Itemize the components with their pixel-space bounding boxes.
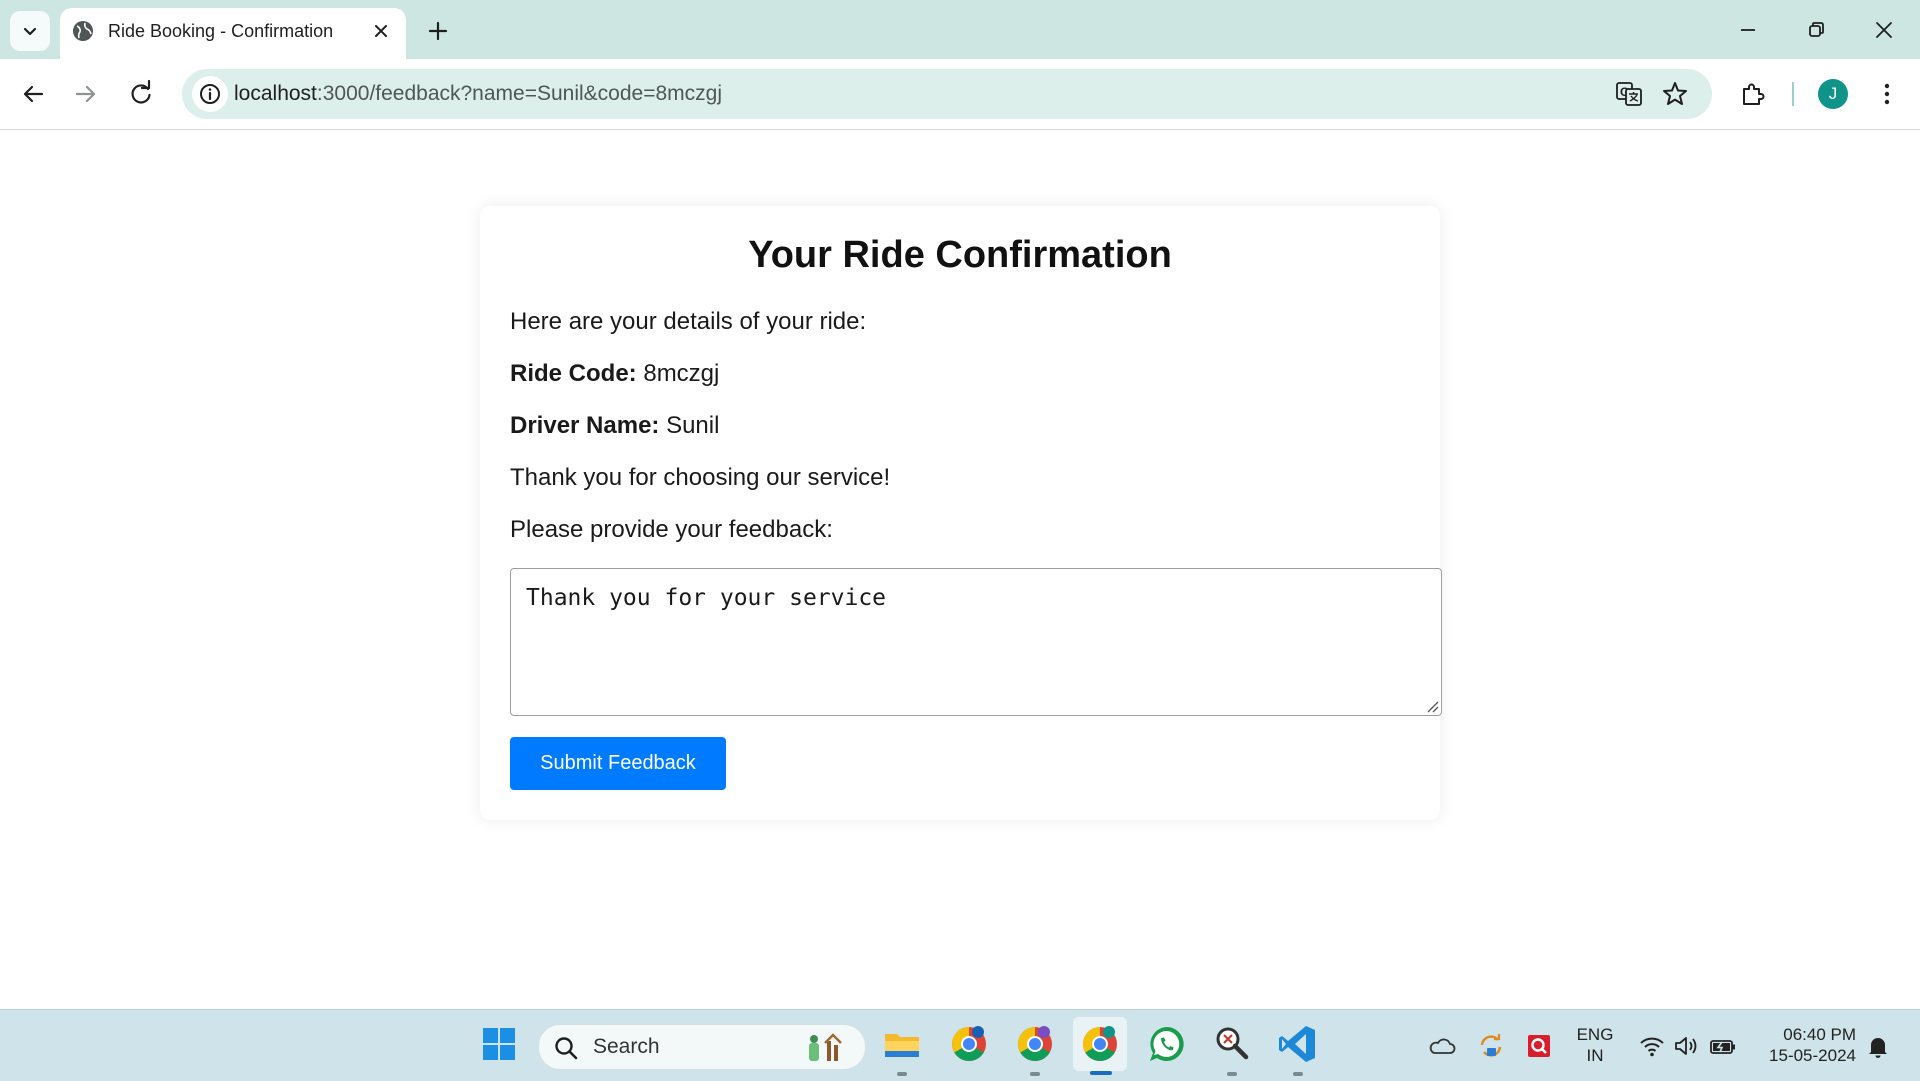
close-tab-icon[interactable] — [369, 19, 393, 43]
profile-avatar[interactable]: J — [1818, 79, 1848, 109]
driver-name-value: Sunil — [666, 412, 720, 439]
url-text[interactable]: localhost:3000/feedback?name=Sunil&code=… — [234, 82, 722, 106]
minimize-icon[interactable] — [1733, 15, 1763, 45]
region-code: IN — [1586, 1046, 1604, 1065]
clock-date: 15-05-2024 — [1769, 1046, 1856, 1065]
search-icon — [555, 1037, 578, 1060]
chrome-icon — [1083, 1026, 1117, 1061]
close-window-icon[interactable] — [1869, 15, 1899, 45]
tab-search-button[interactable] — [10, 11, 50, 51]
taskbar-magnifier[interactable] — [1210, 1022, 1254, 1076]
wifi-icon[interactable] — [1638, 1032, 1666, 1060]
taskbar-search[interactable]: Search — [538, 1024, 866, 1070]
taskbar-file-explorer[interactable] — [880, 1022, 924, 1076]
system-clock[interactable]: 06:40 PM 15-05-2024 — [1752, 1024, 1856, 1066]
taskbar-whatsapp[interactable] — [1145, 1022, 1189, 1066]
address-bar[interactable]: localhost:3000/feedback?name=Sunil&code=… — [182, 69, 1712, 119]
start-button[interactable] — [477, 1022, 521, 1066]
taskbar-chrome-2[interactable] — [1013, 1022, 1057, 1076]
whatsapp-icon — [1150, 1027, 1184, 1061]
battery-icon[interactable] — [1709, 1032, 1737, 1060]
feedback-textarea[interactable]: Thank you for your service — [510, 568, 1442, 716]
url-host: localhost — [234, 82, 317, 105]
taskbar-chrome-3[interactable] — [1073, 1017, 1127, 1075]
clock-time: 06:40 PM — [1783, 1025, 1856, 1044]
restore-icon[interactable] — [1801, 15, 1831, 45]
globe-icon — [73, 21, 93, 41]
feedback-prompt: Please provide your feedback: — [510, 516, 833, 543]
forward-arrow-icon[interactable] — [71, 79, 101, 109]
chevron-down-icon — [23, 27, 37, 36]
page-title: Your Ride Confirmation — [748, 234, 1172, 276]
windows-start-icon — [483, 1028, 515, 1060]
bookmark-star-icon[interactable] — [1660, 79, 1690, 109]
submit-feedback-button[interactable]: Submit Feedback — [510, 737, 726, 790]
more-menu-icon[interactable] — [1872, 79, 1902, 109]
chrome-icon — [952, 1026, 986, 1061]
driver-name-row: Driver Name: Sunil — [510, 412, 719, 440]
taskbar: Search ENG IN 06:40 PM 15-05-2024 — [0, 1009, 1920, 1081]
language-code: ENG — [1576, 1025, 1614, 1044]
driver-name-label: Driver Name: — [510, 412, 660, 439]
ride-code-value: 8mczgj — [643, 360, 720, 387]
ride-code-row: Ride Code: 8mczgj — [510, 360, 719, 388]
thanks-text: Thank you for choosing our service! — [510, 464, 891, 491]
search-label: Search — [593, 1035, 660, 1058]
info-icon — [200, 84, 220, 104]
active-indicator — [1090, 1071, 1112, 1075]
site-info-button[interactable] — [192, 76, 228, 112]
resize-grip-icon[interactable] — [1425, 699, 1439, 713]
running-indicator — [897, 1072, 907, 1076]
browser-toolbar: localhost:3000/feedback?name=Sunil&code=… — [0, 59, 1920, 130]
taskbar-vscode[interactable] — [1276, 1022, 1320, 1076]
onedrive-icon[interactable] — [1428, 1032, 1456, 1060]
notification-bell-icon[interactable] — [1864, 1032, 1892, 1060]
security-app-icon[interactable] — [1525, 1032, 1553, 1060]
ride-code-label: Ride Code: — [510, 360, 637, 387]
running-indicator — [1227, 1072, 1237, 1076]
sync-icon[interactable] — [1477, 1032, 1505, 1060]
volume-icon[interactable] — [1672, 1032, 1700, 1060]
back-arrow-icon[interactable] — [18, 79, 48, 109]
confirmation-card: Your Ride Confirmation Here are your det… — [480, 206, 1442, 820]
extensions-icon[interactable] — [1738, 79, 1768, 109]
translate-icon[interactable]: G — [1614, 79, 1644, 109]
url-path: :3000/feedback?name=Sunil&code=8mczgj — [316, 82, 723, 105]
intro-text: Here are your details of your ride: — [510, 308, 867, 335]
taskbar-chrome-1[interactable] — [947, 1022, 991, 1066]
folder-icon — [885, 1034, 919, 1057]
active-tab[interactable]: Ride Booking - Confirmation — [60, 8, 406, 59]
tab-strip: Ride Booking - Confirmation — [0, 0, 1920, 59]
running-indicator — [1030, 1072, 1040, 1076]
language-indicator[interactable]: ENG IN — [1575, 1024, 1615, 1066]
feedback-text: Thank you for your service — [526, 585, 887, 611]
search-highlight-icon — [809, 1033, 842, 1061]
reload-icon[interactable] — [126, 79, 156, 109]
tab-title: Ride Booking - Confirmation — [108, 21, 334, 41]
toolbar-separator — [1792, 82, 1794, 106]
chrome-icon — [1018, 1026, 1052, 1061]
new-tab-icon[interactable] — [424, 17, 452, 45]
running-indicator — [1293, 1072, 1303, 1076]
vscode-icon — [1279, 1026, 1315, 1062]
magnifier-icon — [1216, 1027, 1249, 1060]
